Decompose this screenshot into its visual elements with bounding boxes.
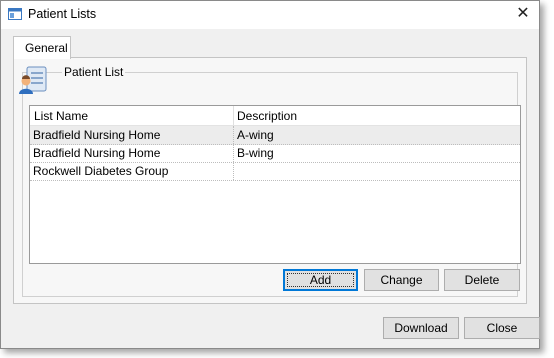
patient-lists-dialog: Patient Lists ✕ General Patient List Lis… [0,0,540,349]
table-header: List Name Description [30,106,520,126]
column-header-list-name[interactable]: List Name [34,109,88,123]
description-cell: B-wing [237,146,274,160]
table-row[interactable]: Rockwell Diabetes Group [30,162,520,181]
column-header-description[interactable]: Description [237,109,297,123]
cell-divider [233,162,234,180]
description-cell: A-wing [237,128,274,142]
list-name-cell: Bradfield Nursing Home [33,146,161,160]
patient-list-table[interactable]: List Name Description Bradfield Nursing … [29,105,521,264]
title-bar[interactable]: Patient Lists ✕ [1,1,539,29]
cell-divider [233,144,234,162]
window-app-icon [8,8,22,20]
table-row[interactable]: Bradfield Nursing Home A-wing [30,126,520,145]
tab-general[interactable]: General [13,36,71,59]
list-name-cell: Bradfield Nursing Home [33,128,161,142]
change-button[interactable]: Change [364,269,439,291]
close-icon[interactable]: ✕ [513,5,533,23]
patient-list-group-label: Patient List [62,65,126,79]
list-name-cell: Rockwell Diabetes Group [33,164,169,178]
tab-general-label: General [25,41,68,55]
column-divider[interactable] [233,106,234,125]
table-row[interactable]: Bradfield Nursing Home B-wing [30,144,520,163]
add-button[interactable]: Add [283,269,358,291]
delete-button[interactable]: Delete [444,269,520,291]
cell-divider [233,126,234,144]
download-button[interactable]: Download [383,317,459,339]
patient-list-icon [19,66,47,94]
close-button[interactable]: Close [464,317,540,339]
window-title: Patient Lists [28,7,97,21]
